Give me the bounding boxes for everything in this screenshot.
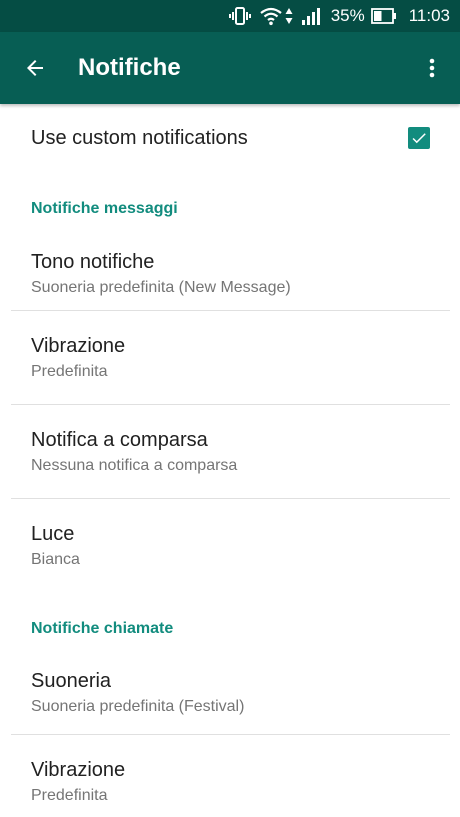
pref-light[interactable]: Luce Bianca xyxy=(0,499,460,592)
pref-summary: Nessuna notifica a comparsa xyxy=(31,456,238,474)
settings-list: Use custom notifications Notifiche messa… xyxy=(0,104,460,817)
pref-notification-tone[interactable]: Tono notifiche Suoneria predefinita (New… xyxy=(0,238,460,310)
pref-title: Suoneria xyxy=(31,670,112,692)
wifi-icon xyxy=(259,6,283,26)
pref-ringtone[interactable]: Suoneria Suoneria predefinita (Festival) xyxy=(0,652,460,734)
status-bar: 35% 11:03 xyxy=(0,0,460,32)
signal-icon xyxy=(301,6,323,26)
data-transfer-icon xyxy=(285,6,293,26)
overflow-menu-button[interactable] xyxy=(404,32,460,104)
section-header-messages: Notifiche messaggi xyxy=(31,200,178,217)
more-vert-icon xyxy=(429,58,435,78)
pref-summary: Predefinita xyxy=(31,362,108,380)
pref-popup-notification[interactable]: Notifica a comparsa Nessuna notifica a c… xyxy=(0,405,460,498)
battery-icon xyxy=(370,8,397,24)
pref-summary: Suoneria predefinita (New Message) xyxy=(31,279,291,296)
pref-title: Vibrazione xyxy=(31,334,126,357)
back-button[interactable] xyxy=(0,32,70,104)
custom-notifications-label: Use custom notifications xyxy=(31,126,248,149)
check-icon xyxy=(412,133,426,144)
arrow-back-icon xyxy=(27,60,43,76)
custom-notifications-toggle[interactable]: Use custom notifications xyxy=(0,104,460,172)
pref-title: Luce xyxy=(31,522,75,545)
pref-summary: Suoneria predefinita (Festival) xyxy=(31,698,245,715)
clock: 11:03 xyxy=(408,6,450,25)
pref-title: Vibrazione xyxy=(31,758,126,781)
page-title: Notifiche xyxy=(78,54,181,81)
pref-title: Notifica a comparsa xyxy=(31,428,208,451)
pref-title: Tono notifiche xyxy=(31,251,155,273)
battery-percent: 35% xyxy=(330,6,365,25)
pref-summary: Predefinita xyxy=(31,786,108,804)
custom-notifications-checkbox[interactable] xyxy=(408,127,430,149)
app-bar: Notifiche xyxy=(0,32,460,104)
pref-message-vibration[interactable]: Vibrazione Predefinita xyxy=(0,311,460,404)
pref-summary: Bianca xyxy=(31,550,80,568)
vibrate-icon xyxy=(228,6,251,26)
section-header-calls: Notifiche chiamate xyxy=(31,620,174,637)
pref-call-vibration[interactable]: Vibrazione Predefinita xyxy=(0,735,460,817)
